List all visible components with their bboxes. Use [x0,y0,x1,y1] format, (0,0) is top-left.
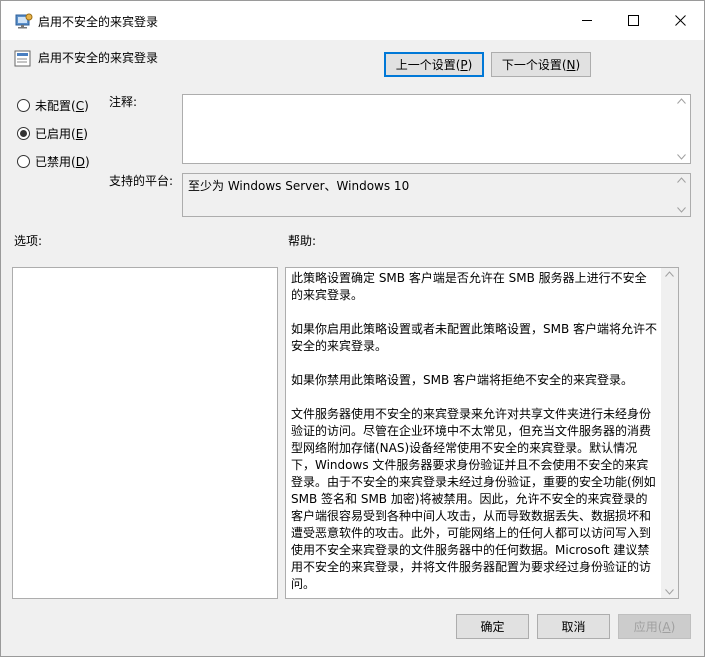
options-pane [12,267,278,599]
radio-label: 已禁用( [35,155,76,169]
radio-accesskey: C [75,98,85,113]
close-button[interactable] [657,1,703,40]
paren: ) [575,57,581,72]
cancel-label: 取消 [561,620,586,634]
paren: ) [84,154,90,169]
radio-label: 已启用( [35,127,76,141]
policy-name: 启用不安全的来宾登录 [38,51,159,65]
radio-disabled[interactable]: 已禁用(D) [17,153,90,170]
title-bar[interactable]: 启用不安全的来宾登录 [1,1,704,40]
apply-button[interactable]: 应用(A) [618,614,691,639]
comment-label: 注释: [109,95,138,109]
ok-button[interactable]: 确定 [456,614,529,639]
next-setting-button[interactable]: 下一个设置(N) [491,52,591,77]
maximize-button[interactable] [610,1,656,40]
comment-textarea[interactable] [182,94,691,164]
paren: ) [84,98,89,113]
help-paragraph: 如果你禁用此策略设置，SMB 客户端将拒绝不安全的来宾登录。 [291,373,634,387]
ok-label: 确定 [480,620,505,634]
radio-circle-checked[interactable] [17,127,30,140]
previous-setting-accesskey: P [460,57,468,72]
options-section-label: 选项: [14,234,43,248]
radio-not-configured[interactable]: 未配置(C) [17,97,89,114]
scroll-down-icon[interactable] [677,207,686,213]
paren: ) [83,126,88,141]
apply-label: 应用( [633,620,663,634]
next-setting-accesskey: N [566,57,576,72]
apply-accesskey: A [662,619,671,634]
radio-enabled[interactable]: 已启用(E) [17,125,88,142]
scroll-up-icon[interactable] [665,271,674,277]
radio-label: 未配置( [35,99,76,113]
platform-scrollbar[interactable] [673,174,690,216]
minimize-button[interactable] [564,1,610,40]
maximize-icon [627,15,639,26]
paren: ) [670,619,676,634]
help-text: 此策略设置确定 SMB 客户端是否允许在 SMB 服务器上进行不安全的来宾登录。… [291,270,658,598]
close-icon [674,15,686,26]
supported-platform-value: 至少为 Windows Server、Windows 10 [188,179,410,193]
help-paragraph: 此策略设置确定 SMB 客户端是否允许在 SMB 服务器上进行不安全的来宾登录。 [291,271,647,302]
radio-accesskey: D [75,154,85,169]
next-setting-label: 下一个设置( [501,58,567,72]
supported-platform-label: 支持的平台: [109,174,174,188]
scroll-down-icon[interactable] [665,589,674,595]
paren: ) [467,57,473,72]
radio-circle[interactable] [17,99,30,112]
supported-platform-box: 至少为 Windows Server、Windows 10 [182,173,691,217]
scroll-down-icon[interactable] [677,154,686,160]
policy-dialog-window: 启用不安全的来宾登录 启用不安全的来宾登录 上一个设置(P) 下一个设置(N) … [0,0,705,657]
policy-settings-icon [15,13,33,29]
previous-setting-label: 上一个设置( [395,58,461,72]
help-section-label: 帮助: [288,234,317,248]
cancel-button[interactable]: 取消 [537,614,610,639]
radio-accesskey: E [75,126,84,141]
comment-scrollbar[interactable] [673,95,690,163]
previous-setting-button[interactable]: 上一个设置(P) [384,52,484,77]
scroll-up-icon[interactable] [677,98,686,104]
help-scrollbar[interactable] [661,268,678,598]
help-paragraph: 如果你启用此策略设置或者未配置此策略设置，SMB 客户端将允许不安全的来宾登录。 [291,322,658,353]
help-paragraph: 文件服务器使用不安全的来宾登录来允许对共享文件夹进行未经身份验证的访问。尽管在企… [291,407,656,591]
window-title: 启用不安全的来宾登录 [38,15,159,29]
policy-settings-icon [14,50,31,67]
minimize-icon [581,20,592,21]
radio-circle[interactable] [17,155,30,168]
scroll-up-icon[interactable] [677,177,686,183]
help-pane: 此策略设置确定 SMB 客户端是否允许在 SMB 服务器上进行不安全的来宾登录。… [285,267,679,599]
